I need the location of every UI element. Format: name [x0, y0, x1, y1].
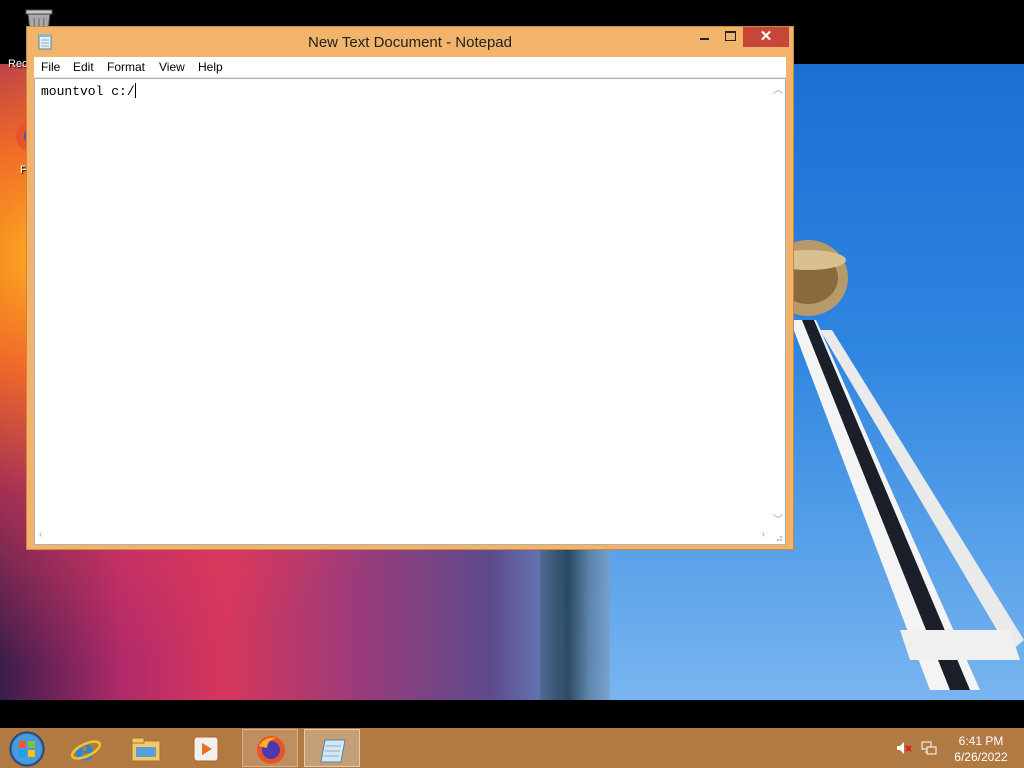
firefox-icon: [257, 736, 285, 764]
scroll-down-icon[interactable]: ﹀: [773, 511, 783, 526]
taskbar-media-player[interactable]: [178, 729, 234, 767]
file-explorer-icon: [131, 737, 161, 762]
wallpaper-space-needle: [780, 240, 1024, 690]
notepad-icon: [320, 739, 346, 763]
start-icon[interactable]: [8, 731, 46, 767]
size-grip[interactable]: [769, 528, 785, 544]
menu-bar: File Edit Format View Help: [34, 57, 786, 78]
volume-muted-icon[interactable]: [896, 740, 912, 756]
title-bar[interactable]: New Text Document - Notepad ✕: [27, 27, 793, 57]
close-icon: ✕: [759, 28, 773, 45]
menu-view[interactable]: View: [159, 60, 185, 74]
scroll-up-icon[interactable]: ︿: [773, 81, 783, 96]
network-icon[interactable]: [921, 740, 937, 756]
horizontal-scrollbar[interactable]: ‹ ›: [35, 528, 769, 544]
scroll-right-icon[interactable]: ›: [762, 529, 765, 540]
resize-grip-icon: [777, 536, 782, 541]
scroll-left-icon[interactable]: ‹: [39, 529, 42, 540]
taskbar-file-explorer[interactable]: [118, 729, 174, 767]
maximize-button[interactable]: [717, 27, 743, 47]
clock-time: 6:41 PM: [958, 734, 1004, 748]
editor-content[interactable]: mountvol c:/: [41, 83, 136, 99]
close-button[interactable]: ✕: [743, 27, 789, 47]
media-player-icon: [193, 736, 219, 762]
taskbar-firefox[interactable]: [242, 729, 298, 767]
window-title: New Text Document - Notepad: [308, 34, 512, 51]
menu-file[interactable]: File: [41, 60, 60, 74]
menu-help[interactable]: Help: [198, 60, 223, 74]
notepad-window: New Text Document - Notepad ✕ File Edit …: [26, 26, 794, 550]
maximize-icon: [725, 31, 736, 41]
editor-text: mountvol c:/: [41, 84, 135, 99]
recycle-bin-label[interactable]: Recycle Bin: [8, 58, 28, 70]
internet-explorer-icon: e: [70, 733, 102, 765]
minimize-icon: [700, 38, 709, 40]
wallpaper-building: [540, 550, 610, 700]
vertical-scrollbar[interactable]: ︿ ﹀: [769, 79, 785, 528]
taskbar: e 6:41 PM 6/26/2022: [0, 728, 1024, 768]
taskbar-internet-explorer[interactable]: e: [58, 729, 114, 767]
clock-date: 6/26/2022: [954, 750, 1008, 764]
system-clock[interactable]: 6:41 PM 6/26/2022: [944, 733, 1018, 765]
text-caret: [134, 83, 136, 98]
taskbar-notepad[interactable]: [304, 729, 360, 767]
minimize-button[interactable]: [691, 27, 717, 47]
menu-format[interactable]: Format: [107, 60, 145, 74]
menu-edit[interactable]: Edit: [73, 60, 94, 74]
text-editor[interactable]: mountvol c:/ ︿ ﹀ ‹ ›: [34, 78, 786, 545]
